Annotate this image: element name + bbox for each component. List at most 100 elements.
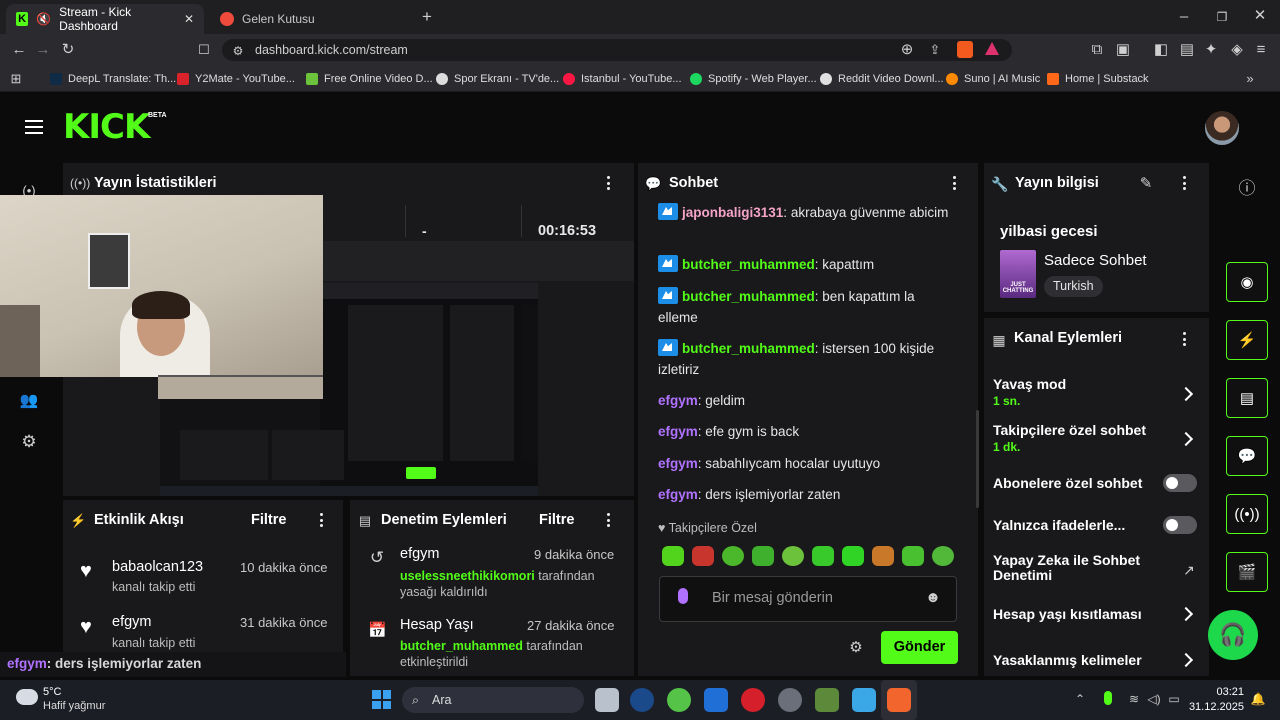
emote-icon[interactable] xyxy=(872,546,894,566)
users-nav-icon[interactable]: 👥 xyxy=(18,392,40,410)
close-tab-icon[interactable]: ✕ xyxy=(184,12,194,26)
windows-start-icon[interactable] xyxy=(372,690,391,709)
emote-icon[interactable] xyxy=(782,546,804,566)
emote-icon[interactable] xyxy=(752,546,774,566)
tray-expand-icon[interactable]: ⌃ xyxy=(1072,690,1088,708)
followers-only-chat-row[interactable]: Takipçilere özel sohbet 1 dk. xyxy=(993,422,1203,458)
channel-actions-menu-icon[interactable] xyxy=(1182,332,1186,346)
quick-action-button[interactable]: ⚡ xyxy=(1226,320,1268,360)
volume-icon[interactable]: ◁) xyxy=(1146,690,1162,708)
forward-icon[interactable]: → xyxy=(34,41,52,59)
stats-menu-icon[interactable] xyxy=(606,176,610,190)
wallet-icon[interactable]: ▤ xyxy=(1178,41,1196,59)
reload-icon[interactable]: ↻ xyxy=(59,41,77,59)
wifi-icon[interactable]: ≋ xyxy=(1126,690,1142,708)
notification-icon[interactable]: 🔔 xyxy=(1250,690,1266,708)
outlook-icon[interactable] xyxy=(704,688,728,712)
moderation-filter-button[interactable]: Filtre xyxy=(539,512,574,528)
activity-filter-button[interactable]: Filtre xyxy=(251,512,286,528)
microphone-tray-icon[interactable] xyxy=(1104,691,1112,705)
external-link-icon[interactable]: ↗ xyxy=(1181,561,1197,579)
address-bar[interactable]: dashboard.kick.com/stream xyxy=(222,39,1012,61)
emote-icon[interactable] xyxy=(812,546,834,566)
back-icon[interactable]: ← xyxy=(10,41,28,59)
broadcast-button[interactable]: ((•)) xyxy=(1226,494,1268,534)
camera-mode-button[interactable]: ◉ xyxy=(1226,262,1268,302)
task-view-icon[interactable] xyxy=(595,688,619,712)
emote-icon[interactable] xyxy=(722,546,744,566)
bookmark-item[interactable]: Istanbul - YouTube... xyxy=(563,70,682,88)
hamburger-menu-icon[interactable] xyxy=(25,120,43,134)
bookmark-item[interactable]: Free Online Video D... xyxy=(306,70,433,88)
support-headset-button[interactable]: 🎧 xyxy=(1208,610,1258,660)
brave-shield-icon[interactable] xyxy=(957,41,973,58)
more-bookmarks-icon[interactable]: » xyxy=(1242,70,1258,88)
slow-mode-row[interactable]: Yavaş mod 1 sn. xyxy=(993,376,1203,412)
tab-gelen-kutusu[interactable]: Gelen Kutusu xyxy=(210,4,410,34)
taskbar-search[interactable]: ⌕ Ara xyxy=(402,687,584,713)
settings-nav-icon[interactable]: ⚙ xyxy=(18,433,40,451)
emotes-only-toggle[interactable] xyxy=(1163,516,1197,534)
clock-time[interactable]: 03:21 xyxy=(1212,686,1244,698)
extensions-icon[interactable]: ⧉ xyxy=(1088,41,1106,59)
bookmark-item[interactable]: Spor Ekranı - TV'de... xyxy=(436,70,559,88)
battery-icon[interactable]: ▭ xyxy=(1166,690,1182,708)
chat-menu-icon[interactable] xyxy=(952,176,956,190)
weather-cloud-icon[interactable] xyxy=(16,689,38,705)
minimize-icon[interactable]: – xyxy=(1175,8,1193,26)
bookmark-item[interactable]: DeepL Translate: Th... xyxy=(50,70,176,88)
obs-icon[interactable] xyxy=(778,688,802,712)
activity-menu-icon[interactable] xyxy=(319,513,323,527)
close-window-icon[interactable]: ✕ xyxy=(1251,7,1269,25)
microphone-icon[interactable] xyxy=(678,588,688,604)
bookmark-item[interactable]: Reddit Video Downl... xyxy=(820,70,944,88)
edit-icon[interactable]: ✎ xyxy=(1138,175,1154,193)
screenshot-icon[interactable]: ▣ xyxy=(1114,41,1132,59)
tab-kick-dashboard[interactable]: K 🔇 Stream - Kick Dashboard ✕ xyxy=(6,4,204,34)
emoji-icon[interactable]: ☻ xyxy=(924,589,942,607)
zoom-icon[interactable]: ⊕ xyxy=(898,41,916,59)
leo-icon[interactable]: ✦ xyxy=(1202,41,1220,59)
bookmark-icon[interactable]: ☐ xyxy=(195,41,213,59)
emote-icon[interactable] xyxy=(692,546,714,566)
bookmark-item[interactable]: Y2Mate - YouTube... xyxy=(177,70,295,88)
pinterest-icon[interactable] xyxy=(741,688,765,712)
bookmark-item[interactable]: Home | Substack xyxy=(1047,70,1149,88)
banned-words-label[interactable]: Yasaklanmış kelimeler xyxy=(993,652,1142,668)
share-icon[interactable]: ⇪ xyxy=(926,41,944,59)
app-icon[interactable] xyxy=(667,688,691,712)
sidebar-icon[interactable]: ◧ xyxy=(1152,41,1170,59)
chat-popout-button[interactable]: 💬 xyxy=(1226,436,1268,476)
restore-icon[interactable]: ❐ xyxy=(1213,8,1231,26)
emote-icon[interactable] xyxy=(842,546,864,566)
steam-icon[interactable] xyxy=(630,688,654,712)
account-age-label[interactable]: Hesap yaşı kısıtlaması xyxy=(993,606,1142,622)
minecraft-icon[interactable] xyxy=(815,688,839,712)
vpn-icon[interactable]: ◈ xyxy=(1228,41,1246,59)
emote-icon[interactable] xyxy=(932,546,954,566)
chat-scrollbar[interactable] xyxy=(976,410,979,508)
moderation-menu-icon[interactable] xyxy=(606,513,610,527)
subscribers-only-toggle[interactable] xyxy=(1163,474,1197,492)
notepad-icon[interactable] xyxy=(852,688,876,712)
clock-date[interactable]: 31.12.2025 xyxy=(1186,701,1244,713)
stream-info-menu-icon[interactable] xyxy=(1182,176,1186,190)
clip-button[interactable]: 🎬 xyxy=(1226,552,1268,592)
user-avatar[interactable] xyxy=(1205,111,1239,145)
bookmark-item[interactable]: Spotify - Web Player... xyxy=(690,70,817,88)
site-info-icon[interactable]: ⚙ xyxy=(230,42,246,60)
emote-icon[interactable] xyxy=(662,546,684,566)
send-button[interactable]: Gönder xyxy=(881,631,958,664)
chat-settings-icon[interactable]: ⚙ xyxy=(847,639,865,657)
kick-logo[interactable]: KICK xyxy=(63,110,150,144)
emote-icon[interactable] xyxy=(902,546,924,566)
notes-button[interactable]: ▤ xyxy=(1226,378,1268,418)
bookmark-item[interactable]: Suno | AI Music xyxy=(946,70,1040,88)
mute-icon[interactable]: 🔇 xyxy=(36,10,51,28)
ai-moderation-label[interactable]: Yapay Zeka ile Sohbet Denetimi xyxy=(993,553,1163,583)
new-tab-icon[interactable]: + xyxy=(418,8,436,26)
brave-rewards-icon[interactable] xyxy=(985,42,999,55)
apps-icon[interactable]: ⊞ xyxy=(8,70,24,88)
menu-icon[interactable]: ≡ xyxy=(1252,41,1270,59)
info-icon[interactable]: ⓘ xyxy=(1238,180,1256,198)
